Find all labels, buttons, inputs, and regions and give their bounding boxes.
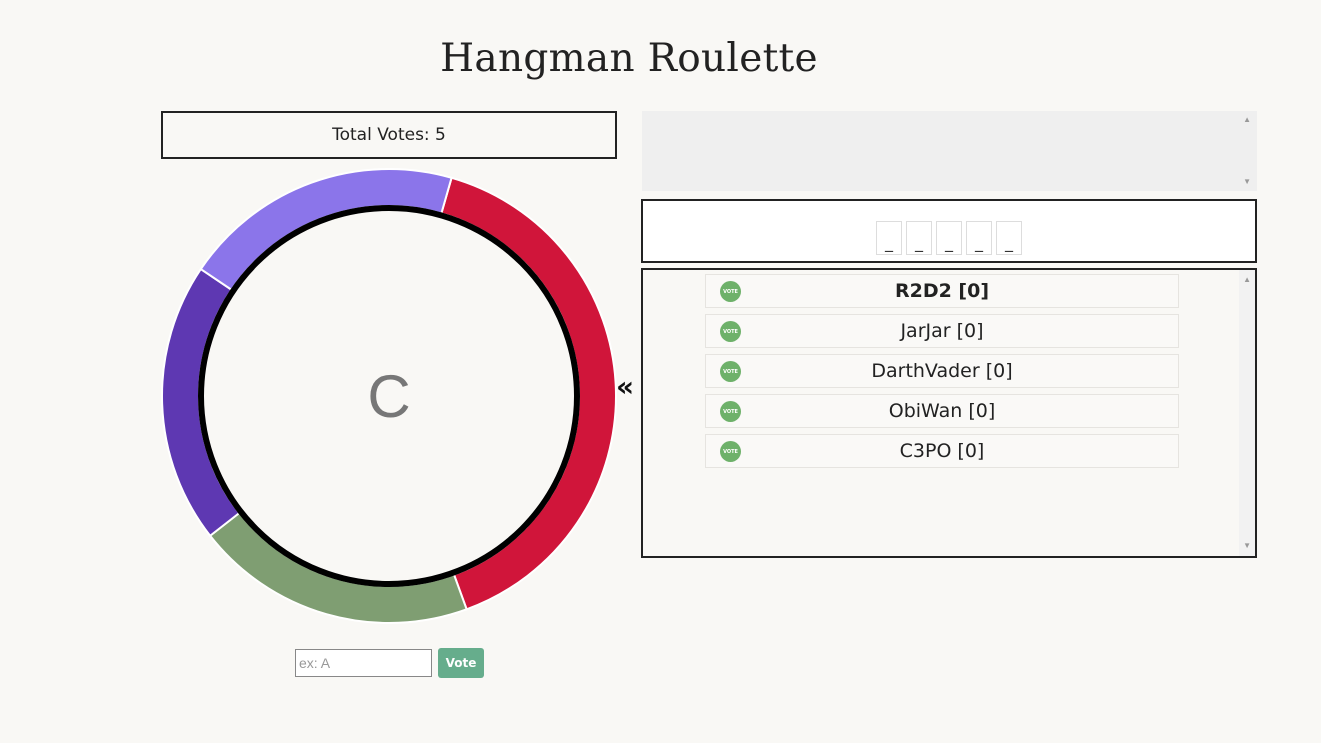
scroll-down-icon[interactable]: ▼ <box>1243 542 1251 550</box>
player-row[interactable]: VOTE R2D2 [0] <box>705 274 1179 308</box>
wheel-inner-ring <box>198 205 580 587</box>
letter-vote-input[interactable] <box>295 649 432 677</box>
total-votes-display: Total Votes: 5 <box>161 111 617 159</box>
player-list-scrollbar[interactable]: ▲ ▼ <box>1239 270 1255 556</box>
player-row[interactable]: VOTE C3PO [0] <box>705 434 1179 468</box>
hidden-word: _ _ _ _ _ <box>641 199 1257 263</box>
player-name: JarJar [0] <box>900 320 984 342</box>
roulette-wheel: C <box>160 168 618 624</box>
word-letter-slot: _ <box>876 221 902 255</box>
scroll-up-icon[interactable]: ▲ <box>1243 276 1251 284</box>
word-letter-slot: _ <box>936 221 962 255</box>
player-list-panel[interactable]: ▲ ▼ VOTE R2D2 [0] VOTE JarJar [0] VOTE DarthV… <box>641 268 1257 558</box>
player-name: ObiWan [0] <box>888 400 996 422</box>
word-letter-slot: _ <box>996 221 1022 255</box>
scroll-down-icon[interactable]: ▼ <box>1243 178 1251 186</box>
roulette-wheel-graphic <box>161 168 617 624</box>
player-name: R2D2 [0] <box>894 280 990 302</box>
player-name: DarthVader [0] <box>871 360 1013 382</box>
page: Hangman Roulette Total Votes: 5 C « Vote… <box>0 0 1321 743</box>
player-list: VOTE R2D2 [0] VOTE JarJar [0] VOTE DarthVader… <box>705 274 1179 474</box>
vote-badge-icon[interactable]: VOTE <box>720 441 741 462</box>
page-title: Hangman Roulette <box>440 36 818 81</box>
scroll-up-icon[interactable]: ▲ <box>1243 116 1251 124</box>
vote-badge-icon[interactable]: VOTE <box>720 321 741 342</box>
player-row[interactable]: VOTE JarJar [0] <box>705 314 1179 348</box>
vote-badge-icon[interactable]: VOTE <box>720 401 741 422</box>
player-row[interactable]: VOTE ObiWan [0] <box>705 394 1179 428</box>
word-letter-slot: _ <box>906 221 932 255</box>
word-letter-slot: _ <box>966 221 992 255</box>
vote-badge-icon[interactable]: VOTE <box>720 281 741 302</box>
player-row[interactable]: VOTE DarthVader [0] <box>705 354 1179 388</box>
message-area[interactable]: ▲ ▼ <box>642 111 1257 191</box>
vote-badge-icon[interactable]: VOTE <box>720 361 741 382</box>
vote-form: Vote <box>295 648 484 678</box>
player-name: C3PO [0] <box>899 440 985 462</box>
vote-button[interactable]: Vote <box>438 648 484 678</box>
wheel-pointer-icon: « <box>616 370 635 403</box>
